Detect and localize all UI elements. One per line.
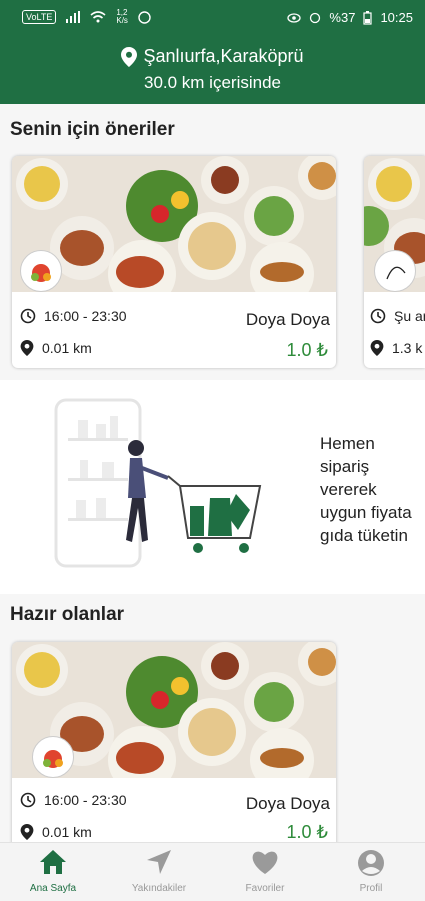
whatsapp-icon [138, 10, 151, 24]
search-radius: 30.0 km içerisinde [143, 73, 281, 92]
alarm-icon [310, 12, 321, 23]
battery-icon [363, 10, 373, 25]
restaurant-logo [32, 736, 74, 778]
promo-line: sipariş [320, 457, 370, 476]
tab-label: Ana Sayfa [29, 883, 77, 894]
bottom-navigation: Ana Sayfa Yakındakiler Favoriler Profil [0, 842, 425, 901]
clock-icon [20, 792, 36, 808]
tab-profile[interactable]: Profil [318, 843, 424, 901]
location-header[interactable]: Şanlıurfa,Karaköprü 30.0 km içerisinde [0, 36, 425, 104]
person-icon [358, 850, 384, 876]
navigation-arrow-icon [147, 850, 171, 874]
home-icon [40, 850, 66, 874]
section-title: Senin için öneriler [10, 119, 175, 140]
location-pin-icon [20, 340, 34, 356]
promo-text: Hemen sipariş vererek uygun fiyata gıda … [320, 432, 412, 547]
location-name: Şanlıurfa,Karaköprü [143, 46, 304, 66]
price: 1.0 ₺ [286, 822, 328, 842]
status-bar: VoLTE 1,2 K/s %37 10:25 [0, 0, 425, 36]
tab-nearby[interactable]: Yakındakiler [106, 843, 212, 901]
tab-label: Yakındakiler [131, 883, 187, 894]
tab-label: Profil [359, 883, 383, 894]
eye-icon [287, 12, 302, 23]
location-pin-icon [121, 46, 138, 67]
shopping-illustration [54, 398, 262, 568]
opening-hours: 16:00 - 23:30 [44, 308, 127, 324]
restaurant-card[interactable]: 16:00 - 23:30 Doya Doya 0.01 km 1.0 ₺ [12, 156, 336, 368]
tab-label: Favoriler [245, 883, 285, 894]
restaurant-logo [374, 250, 416, 292]
battery-percent: %37 [329, 10, 356, 25]
location-pin-icon [20, 824, 34, 840]
restaurant-card[interactable]: 16:00 - 23:30 Doya Doya 0.01 km 1.0 ₺ [12, 642, 336, 854]
network-speed: 1,2 K/s [116, 8, 128, 25]
tab-favorites[interactable]: Favoriler [212, 843, 318, 901]
signal-icon [66, 11, 81, 23]
tab-home[interactable]: Ana Sayfa [0, 843, 106, 901]
price: 1.0 ₺ [286, 340, 328, 360]
section-title: Hazır olanlar [10, 604, 125, 625]
distance: 1.3 k [392, 340, 423, 356]
food-image [12, 642, 336, 778]
opening-hours: Şu an [394, 308, 425, 324]
promo-line: uygun fiyata [320, 503, 412, 522]
available-section: Hazır olanlar 16:00 - 23:30 Doya Doya 0.… [0, 594, 425, 854]
distance: 0.01 km [42, 824, 92, 840]
opening-hours: 16:00 - 23:30 [44, 792, 127, 808]
promo-line: gıda tüketin [320, 526, 408, 545]
restaurant-name: Doya Doya [245, 794, 330, 813]
recommendations-section: Senin için öneriler 16:00 - 23:30 Doya D… [0, 104, 425, 380]
clock-icon [20, 308, 36, 324]
clock-icon [370, 308, 386, 324]
promo-line: vererek [320, 480, 377, 499]
clock-time: 10:25 [380, 10, 413, 25]
promo-line: Hemen [320, 434, 375, 453]
wifi-icon [90, 11, 106, 23]
food-image [12, 156, 336, 292]
restaurant-name: Doya Doya [245, 310, 330, 329]
restaurant-logo [20, 250, 62, 292]
distance: 0.01 km [42, 340, 92, 356]
restaurant-card[interactable]: Şu an 1.3 k [364, 156, 425, 368]
volte-badge: VoLTE [22, 10, 57, 24]
heart-icon [252, 851, 278, 874]
location-pin-icon [370, 340, 384, 356]
promo-banner: Hemen sipariş vererek uygun fiyata gıda … [0, 380, 425, 594]
food-image [364, 156, 425, 292]
